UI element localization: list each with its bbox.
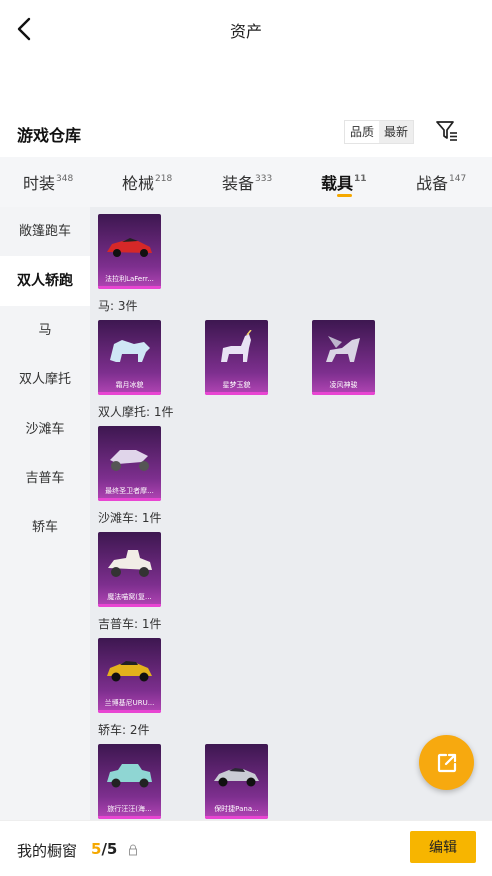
tab-vehicles[interactable]: 载具11 xyxy=(321,170,367,194)
warehouse-title: 游戏仓库 xyxy=(17,126,82,145)
sidebar-item-horse[interactable]: 马 xyxy=(0,306,90,356)
sort-quality-button[interactable]: 品质 xyxy=(345,121,380,143)
vehicle-name: 旅行汪汪(海... xyxy=(107,805,152,813)
tab-count: 218 xyxy=(155,174,173,184)
sedan-car-icon xyxy=(214,768,259,787)
tab-count: 333 xyxy=(255,174,273,184)
beach-buggy-icon xyxy=(108,550,152,577)
tab-guns[interactable]: 枪械218 xyxy=(122,170,172,194)
unicorn-mount-icon xyxy=(221,330,252,362)
filter-button[interactable] xyxy=(434,118,460,144)
vehicle-card[interactable]: 霜月冰貌 xyxy=(98,320,161,395)
vehicle-card[interactable]: 最终圣卫者摩... xyxy=(98,426,161,501)
share-button[interactable] xyxy=(419,735,474,790)
wolf-mount-icon xyxy=(110,340,150,362)
showcase-label: 我的橱窗 xyxy=(17,842,78,860)
sort-toggle: 品质 最新 xyxy=(344,120,415,144)
tab-label: 载具 xyxy=(321,174,354,193)
sidebar-item-beach-buggy[interactable]: 沙滩车 xyxy=(0,405,90,455)
active-tab-indicator xyxy=(337,194,352,197)
sort-latest-button[interactable]: 最新 xyxy=(379,121,414,143)
tab-label: 装备 xyxy=(222,174,255,193)
vehicle-name: 法拉利LaFerr... xyxy=(105,275,154,283)
group-label-horse: 马: 3件 xyxy=(98,299,138,313)
sidebar-item-jeep[interactable]: 吉普车 xyxy=(0,454,90,504)
category-tabs: 时装348 枪械218 装备333 载具11 战备147 xyxy=(0,157,492,207)
vehicle-card[interactable]: 凌风神骏 xyxy=(312,320,375,395)
showcase-count: 5/5 xyxy=(91,840,117,858)
tab-label: 枪械 xyxy=(122,174,155,193)
warehouse-header: 游戏仓库 xyxy=(0,110,492,156)
sidebar-item-coupe[interactable]: 双人轿跑 xyxy=(0,256,90,306)
vehicle-card[interactable]: 星梦玉貌 xyxy=(205,320,268,395)
page-title: 资产 xyxy=(229,22,262,41)
lock-icon xyxy=(129,844,137,856)
vehicle-name: 保时捷Pana... xyxy=(214,805,259,813)
sidebar-item-motorcycle[interactable]: 双人摩托 xyxy=(0,355,90,405)
sports-car-icon xyxy=(107,238,152,257)
vehicle-name: 最终圣卫者摩... xyxy=(105,487,154,495)
vintage-car-icon xyxy=(107,764,152,788)
sidebar-item-convertible[interactable]: 敞篷跑车 xyxy=(0,207,90,257)
vehicle-card[interactable]: 兰博基尼URU... xyxy=(98,638,161,713)
filter-icon xyxy=(436,121,457,141)
share-external-icon xyxy=(437,753,456,772)
tab-count: 147 xyxy=(449,174,467,184)
vehicle-card[interactable]: 魔法喵窝(复... xyxy=(98,532,161,607)
sidebar-item-sedan[interactable]: 轿车 xyxy=(0,503,90,553)
vehicle-list: 法拉利LaFerr... 马: 3件 霜月冰貌 星梦玉貌 凌风神骏 双人摩托: … xyxy=(90,207,492,820)
showcase-count-total: /5 xyxy=(101,840,118,858)
vehicle-name: 魔法喵窝(复... xyxy=(107,593,152,601)
tab-fashion[interactable]: 时装348 xyxy=(23,170,73,194)
suv-icon xyxy=(107,661,152,682)
tab-label: 战备 xyxy=(416,174,449,193)
vehicle-name: 星梦玉貌 xyxy=(222,381,251,389)
tab-count: 11 xyxy=(354,174,367,184)
group-label-jeep: 吉普车: 1件 xyxy=(98,617,162,631)
vehicle-name: 兰博基尼URU... xyxy=(104,699,155,707)
vehicle-card[interactable]: 旅行汪汪(海... xyxy=(98,744,161,819)
edit-button[interactable]: 编辑 xyxy=(410,831,476,863)
tab-supplies[interactable]: 战备147 xyxy=(416,170,466,194)
group-label-sedan: 轿车: 2件 xyxy=(98,723,150,737)
vehicle-card[interactable]: 保时捷Pana... xyxy=(205,744,268,819)
top-bar: 资产 xyxy=(0,0,492,58)
group-label-motorcycle: 双人摩托: 1件 xyxy=(98,405,174,419)
tab-equipment[interactable]: 装备333 xyxy=(222,170,272,194)
vehicle-name: 霜月冰貌 xyxy=(115,381,144,389)
tab-count: 348 xyxy=(56,174,74,184)
vehicle-name: 凌风神骏 xyxy=(329,381,358,389)
showcase-count-current: 5 xyxy=(91,840,102,858)
motorcycle-icon xyxy=(110,450,149,471)
vehicle-type-sidebar: 敞篷跑车 双人轿跑 马 双人摩托 沙滩车 吉普车 轿车 xyxy=(0,207,90,820)
pegasus-mount-icon xyxy=(326,336,360,362)
tab-label: 时装 xyxy=(23,174,56,193)
vehicle-card[interactable]: 法拉利LaFerr... xyxy=(98,214,161,289)
group-label-beach-buggy: 沙滩车: 1件 xyxy=(98,511,162,525)
